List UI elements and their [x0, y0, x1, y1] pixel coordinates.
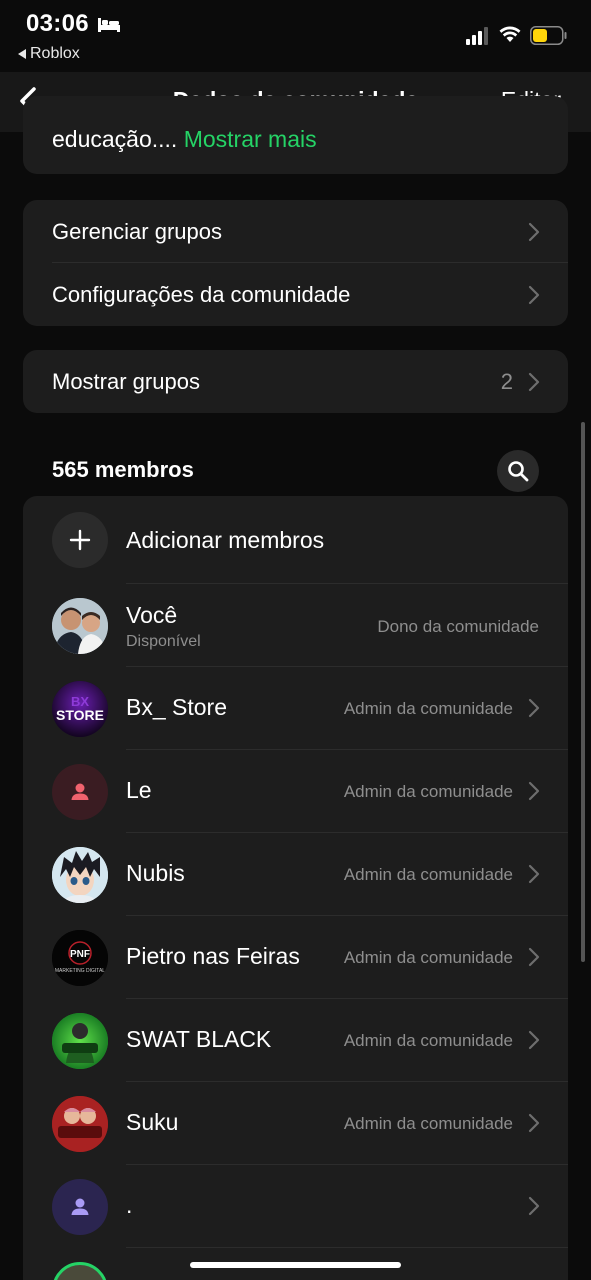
community-settings-label: Configurações da comunidade: [52, 281, 351, 307]
member-name: SWAT BLACK: [126, 1026, 272, 1052]
member-avatar: [52, 598, 108, 654]
back-triangle-icon: [18, 49, 26, 59]
member-status: Disponível: [126, 633, 201, 650]
sukuna-logo-avatar: [52, 1096, 108, 1152]
back-to-app-link[interactable]: Roblox: [18, 45, 80, 63]
member-name: Le: [126, 777, 152, 803]
members-card: Adicionar membros Você Disponível Dono d…: [23, 496, 568, 1280]
member-avatar: [52, 1179, 108, 1235]
chevron-right-icon: [528, 1196, 540, 1216]
chevron-right-icon: [528, 1030, 540, 1050]
chevron-right-icon: [528, 698, 540, 718]
member-role: Admin da comunidade: [343, 1114, 513, 1133]
settings-card: Gerenciar grupos Configurações da comuni…: [23, 200, 568, 326]
description-text: educação....: [52, 126, 178, 152]
member-avatar: [52, 764, 108, 820]
chevron-right-icon: [528, 222, 540, 241]
home-indicator[interactable]: [190, 1262, 401, 1268]
member-name: Pietro nas Feiras: [126, 943, 300, 969]
cellular-signal-icon: [466, 27, 488, 45]
wifi-icon: [499, 26, 521, 42]
show-groups-row[interactable]: Mostrar grupos 2: [23, 350, 568, 413]
show-groups-card: Mostrar grupos 2: [23, 350, 568, 413]
show-more-link[interactable]: Mostrar mais: [184, 126, 317, 152]
member-avatar: [52, 1013, 108, 1069]
chevron-right-icon: [528, 372, 540, 391]
community-description: educação.... Mostrar mais: [52, 126, 317, 153]
member-row[interactable]: SWAT BLACK Admin da comunidade: [23, 999, 568, 1082]
add-icon-circle: [52, 512, 108, 568]
member-name: Bx_ Store: [126, 694, 227, 720]
add-members-label: Adicionar membros: [126, 527, 325, 553]
scrollbar[interactable]: [581, 422, 585, 962]
add-members-row[interactable]: Adicionar membros: [23, 496, 568, 584]
member-row[interactable]: .: [23, 1165, 568, 1248]
member-role: Dono da comunidade: [377, 617, 539, 636]
anime-character-avatar: [52, 847, 108, 903]
member-name: .: [126, 1192, 133, 1218]
chevron-right-icon: [528, 1113, 540, 1133]
member-name: Nubis: [126, 860, 185, 886]
member-avatar: BX STORE: [52, 681, 108, 737]
status-bar: 03:06 Roblox: [0, 0, 591, 72]
chevron-right-icon: [528, 781, 540, 801]
search-icon: [508, 461, 529, 482]
member-role: Admin da comunidade: [343, 1031, 513, 1050]
chevron-right-icon: [528, 864, 540, 884]
member-role: Admin da comunidade: [343, 865, 513, 884]
show-groups-label: Mostrar grupos: [52, 368, 200, 394]
manage-groups-label: Gerenciar grupos: [52, 218, 222, 244]
member-row[interactable]: PNF MARKETING DIGITAL Pietro nas Feiras …: [23, 916, 568, 999]
member-avatar: [52, 1262, 108, 1280]
person-icon: [71, 1198, 89, 1215]
community-settings-row[interactable]: Configurações da comunidade: [23, 263, 568, 326]
back-app-label: Roblox: [30, 45, 80, 62]
chevron-right-icon: [528, 947, 540, 967]
member-role: Admin da comunidade: [343, 782, 513, 801]
member-row[interactable]: Você Disponível Dono da comunidade: [23, 584, 568, 667]
svg-text:PNF: PNF: [70, 949, 90, 960]
member-role: Admin da comunidade: [343, 699, 513, 718]
groups-count: 2: [500, 368, 513, 394]
description-card: educação.... Mostrar mais: [23, 96, 568, 174]
plus-icon: [69, 529, 91, 551]
sleep-mode-icon: [98, 18, 120, 32]
member-avatar: [52, 1096, 108, 1152]
swat-logo-avatar: [52, 1013, 108, 1069]
pnf-logo-avatar: PNF MARKETING DIGITAL: [52, 930, 108, 986]
member-row[interactable]: Le Admin da comunidade: [23, 750, 568, 833]
members-count-title: 565 membros: [52, 457, 194, 482]
member-row[interactable]: Nubis Admin da comunidade: [23, 833, 568, 916]
member-name: Suku: [126, 1109, 179, 1135]
search-members-button[interactable]: [497, 450, 539, 492]
battery-icon: [530, 26, 567, 45]
member-avatar: [52, 847, 108, 903]
manage-groups-row[interactable]: Gerenciar grupos: [23, 200, 568, 263]
photo-two-people-avatar: [52, 598, 108, 654]
store-logo-avatar: BX STORE: [52, 681, 108, 737]
member-row[interactable]: Suku Admin da comunidade: [23, 1082, 568, 1165]
chevron-right-icon: [528, 285, 540, 304]
svg-text:STORE: STORE: [56, 707, 104, 723]
member-name: Você: [126, 602, 178, 628]
svg-text:MARKETING DIGITAL: MARKETING DIGITAL: [55, 968, 105, 974]
status-time: 03:06: [26, 10, 89, 37]
person-icon: [71, 783, 89, 800]
member-row[interactable]: BX STORE Bx_ Store Admin da comunidade: [23, 667, 568, 750]
member-avatar: PNF MARKETING DIGITAL: [52, 930, 108, 986]
member-role: Admin da comunidade: [343, 948, 513, 967]
